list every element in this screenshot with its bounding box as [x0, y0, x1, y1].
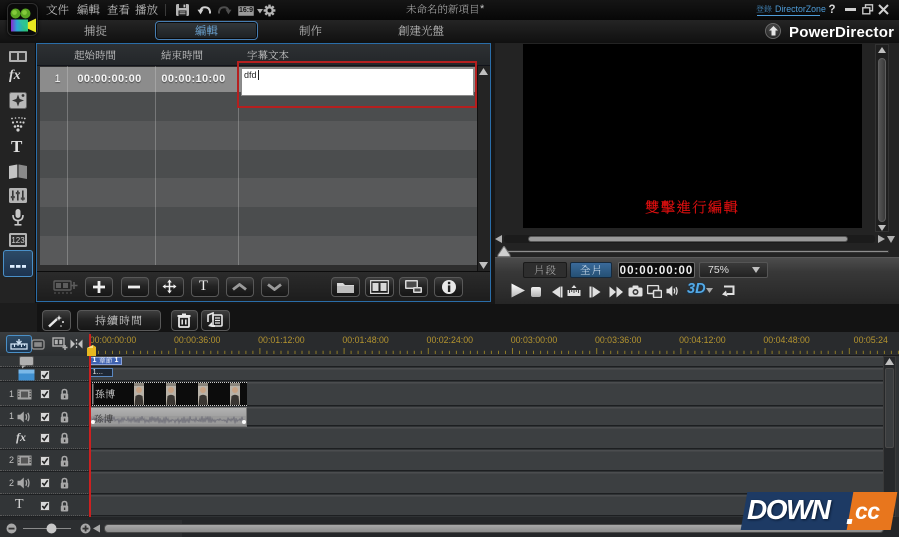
svg-text:123: 123	[11, 236, 25, 245]
svg-text:00:01:48:00: 00:01:48:00	[342, 335, 389, 345]
svg-text:00:05:24: 00:05:24	[854, 335, 888, 345]
svg-text:00:01:12:00: 00:01:12:00	[258, 335, 305, 345]
svg-text:00:00:00:00: 00:00:00:00	[90, 335, 136, 345]
svg-text:00:02:24:00: 00:02:24:00	[427, 335, 474, 345]
svg-text:00:04:12:00: 00:04:12:00	[679, 335, 726, 345]
svg-text:00:03:00:00: 00:03:00:00	[511, 335, 558, 345]
svg-text:00:03:36:00: 00:03:36:00	[595, 335, 642, 345]
svg-text:00:00:36:00: 00:00:36:00	[174, 335, 221, 345]
svg-text:00:04:48:00: 00:04:48:00	[763, 335, 810, 345]
